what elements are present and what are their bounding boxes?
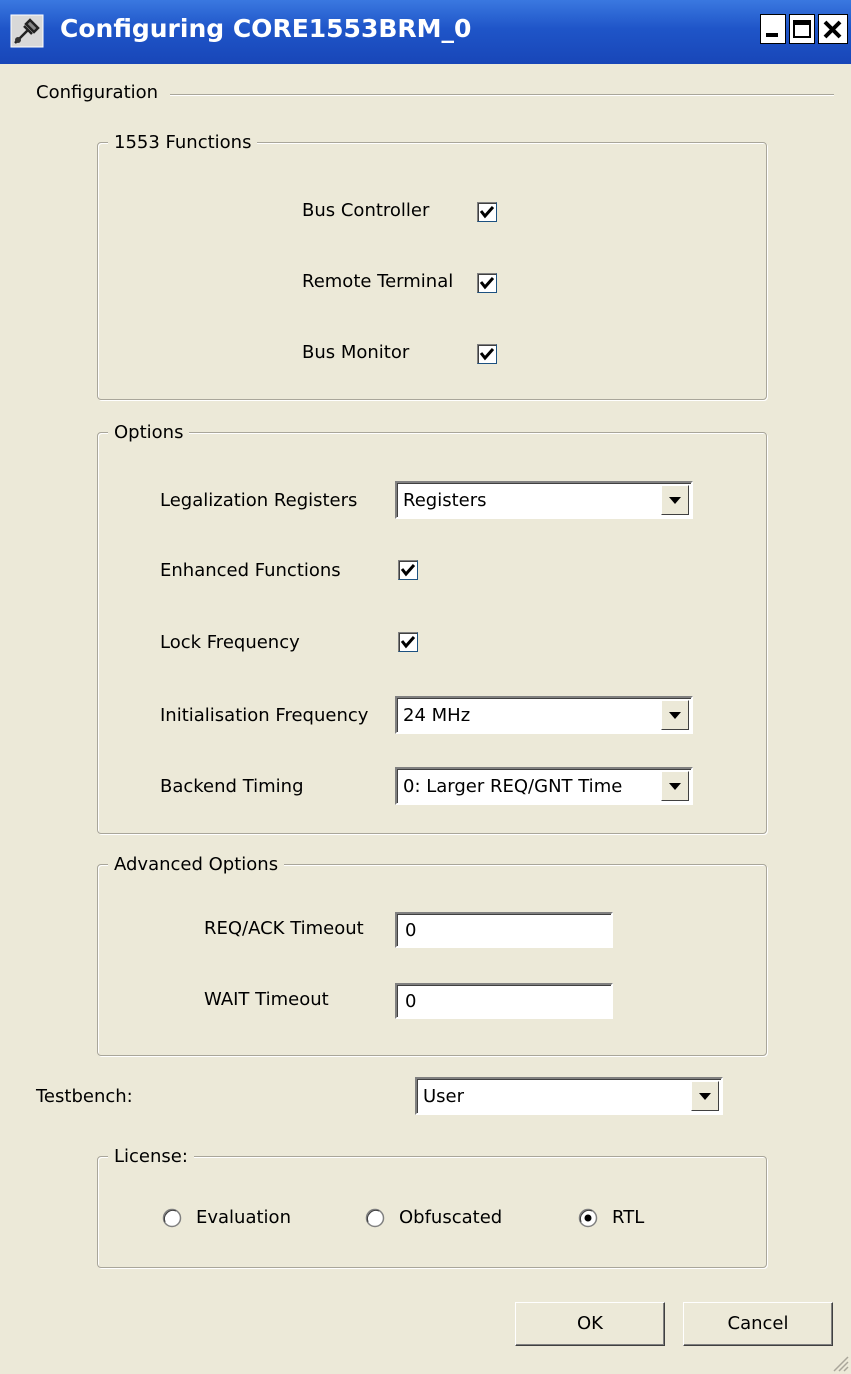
bus-controller-label: Bus Controller [302, 200, 430, 221]
req-ack-timeout-label: REQ/ACK Timeout [204, 918, 364, 939]
backend-timing-label: Backend Timing [160, 776, 304, 797]
resize-grip-icon[interactable] [831, 1354, 849, 1372]
close-button[interactable] [818, 14, 848, 44]
init-frequency-label: Initialisation Frequency [160, 705, 369, 726]
chevron-down-icon [669, 783, 681, 790]
backend-timing-value: 0: Larger REQ/GNT Time [403, 776, 623, 797]
enhanced-functions-label: Enhanced Functions [160, 560, 341, 581]
options-legend: Options [108, 422, 190, 443]
configuration-label: Configuration [36, 82, 159, 103]
wait-timeout-label: WAIT Timeout [204, 989, 329, 1010]
init-frequency-select[interactable]: 24 MHz [395, 696, 693, 734]
dropdown-button[interactable] [661, 700, 689, 730]
evaluation-label: Evaluation [196, 1207, 291, 1228]
checkmark-icon [479, 348, 495, 361]
remote-terminal-label: Remote Terminal [302, 271, 454, 292]
minimize-icon [766, 33, 778, 37]
wait-timeout-input[interactable]: 0 [395, 983, 613, 1019]
evaluation-radio[interactable] [162, 1208, 182, 1228]
checkmark-icon [400, 636, 416, 649]
testbench-select[interactable]: User [415, 1077, 723, 1115]
maximize-icon [793, 20, 811, 38]
chevron-down-icon [669, 712, 681, 719]
chevron-down-icon [699, 1093, 711, 1100]
legalization-select[interactable]: Registers [395, 481, 693, 519]
checkmark-icon [479, 206, 495, 219]
bus-monitor-checkbox[interactable] [477, 344, 497, 364]
wait-timeout-value: 0 [405, 991, 417, 1012]
maximize-button[interactable] [789, 14, 815, 44]
chevron-down-icon [669, 497, 681, 504]
legalization-value: Registers [403, 490, 487, 511]
license-legend: License: [108, 1146, 194, 1167]
lock-frequency-label: Lock Frequency [160, 632, 300, 653]
enhanced-functions-checkbox[interactable] [398, 560, 418, 580]
backend-timing-select[interactable]: 0: Larger REQ/GNT Time [395, 767, 693, 805]
bus-monitor-label: Bus Monitor [302, 342, 410, 363]
bus-controller-checkbox[interactable] [477, 202, 497, 222]
close-icon [823, 20, 842, 39]
window-title: Configuring CORE1553BRM_0 [60, 14, 472, 43]
app-icon [10, 14, 44, 48]
remote-terminal-checkbox[interactable] [477, 273, 497, 293]
dropdown-button[interactable] [661, 485, 689, 515]
obfuscated-radio[interactable] [365, 1208, 385, 1228]
testbench-value: User [423, 1086, 465, 1107]
testbench-label: Testbench: [36, 1086, 133, 1107]
dropdown-button[interactable] [691, 1081, 719, 1111]
legalization-label: Legalization Registers [160, 490, 358, 511]
cancel-button[interactable]: Cancel [683, 1302, 833, 1346]
rtl-label: RTL [612, 1207, 645, 1228]
init-frequency-value: 24 MHz [403, 705, 471, 726]
advanced-options-legend: Advanced Options [108, 854, 285, 875]
title-bar[interactable]: Configuring CORE1553BRM_0 [0, 0, 851, 64]
rtl-radio[interactable] [578, 1208, 598, 1228]
lock-frequency-checkbox[interactable] [398, 632, 418, 652]
obfuscated-label: Obfuscated [399, 1207, 503, 1228]
checkmark-icon [400, 564, 416, 577]
dropdown-button[interactable] [661, 771, 689, 801]
functions-legend: 1553 Functions [108, 132, 258, 153]
ok-button[interactable]: OK [515, 1302, 665, 1346]
advanced-options-group [97, 864, 767, 1056]
req-ack-timeout-value: 0 [405, 920, 417, 941]
configuration-divider [170, 94, 834, 96]
checkmark-icon [479, 277, 495, 290]
minimize-button[interactable] [760, 14, 786, 44]
req-ack-timeout-input[interactable]: 0 [395, 912, 613, 948]
